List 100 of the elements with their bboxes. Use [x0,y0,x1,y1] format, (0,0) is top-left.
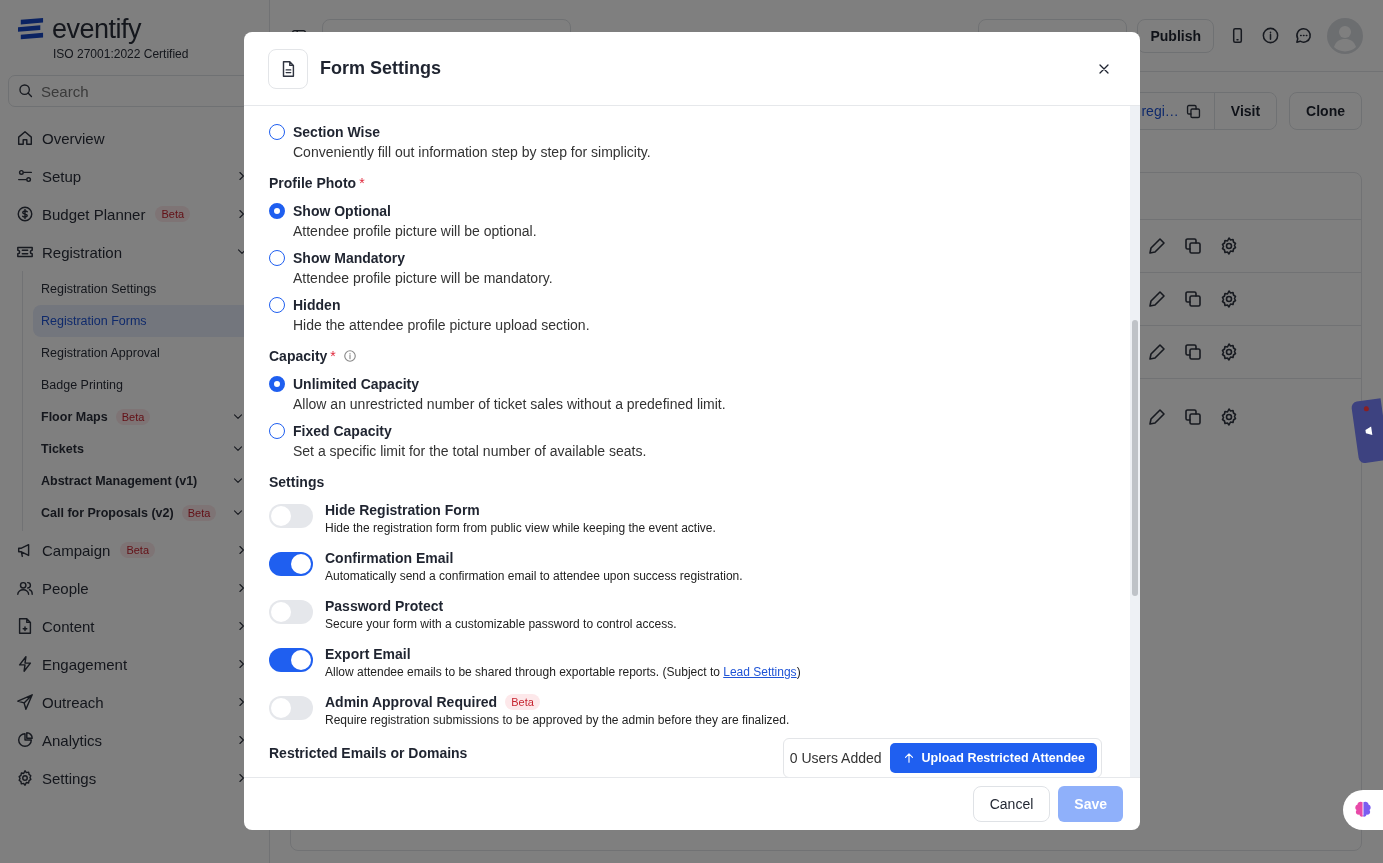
option-description: Set a specific limit for the total number of available seats. [293,442,647,461]
nav-label: Call for Proposals (v2) [41,506,174,520]
radio-button[interactable] [269,250,285,266]
nav-label: Registration Approval [41,346,160,360]
sliders-icon [16,167,34,185]
nav-subitem[interactable]: Call for Proposals (v2) Beta [33,497,269,529]
bolt-icon [16,655,34,673]
option-description: Hide the attendee profile picture upload section. [293,316,590,335]
settings-icon[interactable] [1219,342,1239,362]
copy-icon [1184,102,1202,120]
nav-subitem[interactable]: Abstract Management (v1) [33,465,269,497]
setting-label: Hide Registration Form [325,501,480,519]
nav-label: Campaign [42,541,111,559]
nav-item[interactable]: Outreach [0,683,269,721]
pencil-icon[interactable] [1147,342,1167,362]
nav-item[interactable]: Registration [0,233,269,271]
nav-label: Budget Planner [42,205,146,223]
nav-item[interactable]: Analytics [0,721,269,759]
document-icon [268,48,308,89]
setting-label: Admin Approval Required [325,693,498,711]
nav-label: People [42,579,89,597]
nav-label: Setup [42,167,82,185]
settings-icon[interactable] [1219,289,1239,309]
section-title: Restricted Emails or Domains [269,745,468,761]
clone-button[interactable]: Clone [1289,92,1362,130]
toggle-switch[interactable] [269,552,313,576]
option-label: Unlimited Capacity [293,375,421,394]
radio-button[interactable] [269,423,285,439]
required-mark: * [359,175,365,191]
scrollbar[interactable] [1130,106,1140,777]
copy-icon[interactable] [1183,407,1203,427]
radio-button[interactable] [269,376,285,392]
section-title: Settings [269,474,325,490]
home-icon [16,129,34,147]
chat-icon[interactable] [1294,26,1313,45]
nav-label: Content [42,617,95,635]
option-label: Show Mandatory [293,249,406,268]
assistant-button[interactable] [1343,790,1383,830]
nav-label: Badge Printing [41,378,123,392]
nav-label: Settings [42,769,97,787]
lead-settings-link[interactable]: Lead Settings [723,665,797,679]
radio-button[interactable] [269,297,285,313]
nav-label: Registration Settings [41,282,157,296]
option-description: Conveniently fill out information step by step for simplicity. [293,143,651,162]
nav-label: Outreach [42,693,104,711]
nav-item[interactable]: Setup [0,157,269,195]
radio-button[interactable] [269,203,285,219]
option-description: Allow an unrestricted number of ticket sales without a predefined limit. [293,395,726,414]
pencil-icon[interactable] [1147,289,1167,309]
beta-badge: Beta [120,542,155,558]
nav-item[interactable]: Content [0,607,269,645]
beta-badge: Beta [505,694,540,710]
nav-item[interactable]: People [0,569,269,607]
nav-item[interactable]: Overview [0,119,269,157]
option-label: Section Wise [293,123,381,142]
option-description: Attendee profile picture will be mandatory. [293,269,553,288]
toggle-switch[interactable] [269,600,313,624]
copy-icon[interactable] [1183,342,1203,362]
document-icon [16,617,34,635]
section-title: Profile Photo [269,175,357,191]
nav-subitem[interactable]: Tickets [33,433,269,465]
toggle-switch[interactable] [269,696,313,720]
required-mark: * [330,348,336,364]
option-label: Hidden [293,296,342,315]
info-icon[interactable] [1261,26,1280,45]
brand-name: eventify [52,14,142,45]
dialog-title: Form Settings [320,58,442,79]
nav-label: Tickets [41,442,84,456]
setting-description: Automatically send a confirmation email to attendee upon success registration. [325,568,743,585]
nav-label: Abstract Management (v1) [41,474,198,488]
nav-label: Analytics [42,731,103,749]
copy-icon[interactable] [1183,236,1203,256]
toggle-switch[interactable] [269,504,313,528]
setting-label: Password Protect [325,597,444,615]
radio-button[interactable] [269,124,285,140]
nav-label: Registration Forms [41,314,147,328]
feedback-tab[interactable] [1350,398,1383,464]
option-description: Attendee profile picture will be optional. [293,222,537,241]
brand-tagline: ISO 27001:2022 Certified [53,47,190,61]
settings-icon[interactable] [1219,407,1239,427]
link-text[interactable]: regi… [1141,103,1179,119]
toggle-switch[interactable] [269,648,313,672]
nav-item[interactable]: Campaign Beta [0,531,269,569]
nav-item[interactable]: Engagement [0,645,269,683]
pencil-icon[interactable] [1147,407,1167,427]
pencil-icon[interactable] [1147,236,1167,256]
upload-button[interactable]: Upload Restricted Attendee [889,743,1097,773]
nav-item[interactable]: Budget Planner Beta [0,195,269,233]
nav-item[interactable]: Settings [0,759,269,797]
nav-subitem[interactable]: Floor Maps Beta [33,401,269,433]
copy-icon[interactable] [1183,289,1203,309]
section-title: Capacity [269,348,328,364]
publish-button[interactable]: Publish [1137,18,1214,53]
cancel-button[interactable]: Cancel [972,786,1051,822]
settings-icon[interactable] [1219,236,1239,256]
beta-badge: Beta [115,409,151,425]
setting-label: Export Email [325,645,411,663]
beta-badge: Beta [181,505,217,521]
settings-icon [16,769,34,787]
option-label: Show Optional [293,202,392,221]
